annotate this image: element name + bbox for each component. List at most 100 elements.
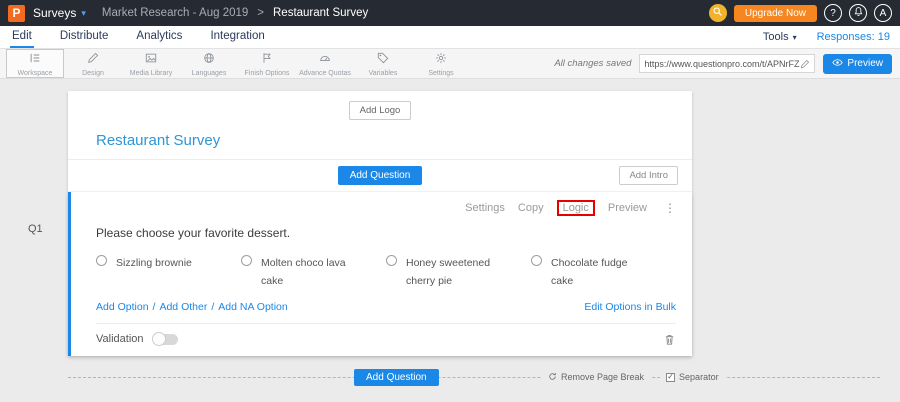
questionpro-logo: P — [8, 5, 25, 22]
toolbar-item-variables[interactable]: Variables — [354, 49, 412, 78]
toolbar-item-label: Advance Quotas — [299, 70, 351, 77]
survey-url-input[interactable] — [644, 59, 800, 69]
add-intro-button[interactable]: Add Intro — [619, 166, 678, 185]
remove-page-break-button[interactable]: Remove Page Break — [542, 370, 650, 384]
nav-right: Tools ▾ Responses: 19 — [763, 26, 890, 48]
edit-options-in-bulk-link[interactable]: Edit Options in Bulk — [584, 301, 676, 313]
eye-icon — [832, 57, 843, 71]
radio-icon[interactable] — [96, 255, 107, 266]
option-label: Molten choco lava cake — [261, 254, 357, 291]
toolbar-right: All changes saved Preview — [554, 49, 894, 78]
avatar[interactable]: A — [874, 4, 892, 22]
toolbar-item-design[interactable]: Design — [64, 49, 122, 78]
finish-options-icon — [261, 51, 273, 69]
breadcrumb-project[interactable]: Market Research - Aug 2019 — [102, 7, 248, 19]
surveys-menu[interactable]: Surveys ▾ — [33, 6, 86, 20]
search-button[interactable] — [709, 4, 727, 22]
add-question-button[interactable]: Add Question — [338, 166, 423, 185]
delete-question-button[interactable] — [663, 333, 676, 346]
question-number: Q1 — [28, 223, 43, 235]
chevron-down-icon: ▾ — [81, 8, 86, 19]
tab-analytics[interactable]: Analytics — [134, 26, 184, 48]
toolbar-item-label: Media Library — [130, 70, 172, 77]
question-text[interactable]: Please choose your favorite dessert. — [96, 226, 676, 240]
preview-label: Preview — [847, 58, 883, 69]
slash-separator: / — [153, 301, 156, 313]
survey-toolbar: Workspace Design Media Library Languages… — [0, 49, 900, 79]
question-settings-link[interactable]: Settings — [465, 202, 505, 214]
topbar-actions: Upgrade Now ? A — [709, 4, 892, 22]
toolbar-item-label: Workspace — [18, 70, 53, 77]
surveys-label: Surveys — [33, 6, 76, 20]
top-bar: P Surveys ▾ Market Research - Aug 2019 >… — [0, 0, 900, 26]
save-status: All changes saved — [554, 58, 631, 69]
validation-row: Validation — [96, 323, 676, 346]
main-nav: Edit Distribute Analytics Integration To… — [0, 26, 900, 49]
question-actions: Settings Copy Logic Preview ⋮ — [96, 200, 676, 216]
radio-icon[interactable] — [386, 255, 397, 266]
edit-url-icon[interactable] — [800, 59, 810, 69]
answer-option[interactable]: Sizzling brownie — [96, 254, 241, 291]
question-copy-link[interactable]: Copy — [518, 202, 544, 214]
separator-checkbox[interactable]: ✓ Separator — [660, 370, 725, 384]
add-other-link[interactable]: Add Other — [159, 301, 207, 313]
responses-count[interactable]: Responses: 19 — [817, 31, 890, 43]
toggle-knob — [152, 332, 166, 346]
breadcrumb-current: Restaurant Survey — [273, 7, 368, 19]
survey-url-box — [639, 54, 815, 73]
page-break-controls: Remove Page Break ✓ Separator — [542, 370, 725, 384]
variables-icon — [377, 51, 389, 69]
preview-button[interactable]: Preview — [823, 54, 892, 74]
tab-distribute[interactable]: Distribute — [58, 26, 111, 48]
settings-icon — [435, 51, 447, 69]
breadcrumb: Market Research - Aug 2019 > Restaurant … — [102, 7, 368, 19]
bell-icon — [853, 6, 864, 20]
survey-card: Add Logo Restaurant Survey Add Question … — [68, 91, 692, 356]
page-break-line — [68, 377, 880, 378]
toolbar-item-settings[interactable]: Settings — [412, 49, 470, 78]
tab-integration[interactable]: Integration — [208, 26, 266, 48]
kebab-menu-icon[interactable]: ⋮ — [664, 201, 676, 215]
search-icon — [712, 4, 723, 22]
breadcrumb-separator: > — [257, 7, 264, 19]
languages-icon — [203, 51, 215, 69]
slash-separator: / — [211, 301, 214, 313]
upgrade-now-button[interactable]: Upgrade Now — [734, 5, 817, 22]
add-question-button-bottom[interactable]: Add Question — [354, 369, 439, 386]
toolbar-item-label: Finish Options — [245, 70, 290, 77]
tab-edit[interactable]: Edit — [10, 26, 34, 48]
toolbar-item-advance-quotas[interactable]: Advance Quotas — [296, 49, 354, 78]
design-icon — [87, 51, 99, 69]
radio-icon[interactable] — [241, 255, 252, 266]
add-na-option-link[interactable]: Add NA Option — [218, 301, 287, 313]
add-logo-button[interactable]: Add Logo — [349, 101, 412, 120]
toolbar-item-workspace[interactable]: Workspace — [6, 49, 64, 78]
question-logic-link[interactable]: Logic — [557, 200, 595, 216]
answer-option[interactable]: Molten choco lava cake — [241, 254, 386, 291]
toolbar-item-label: Settings — [428, 70, 453, 77]
toolbar-item-finish-options[interactable]: Finish Options — [238, 49, 296, 78]
validation-toggle[interactable] — [153, 334, 178, 345]
tools-menu[interactable]: Tools ▾ — [763, 31, 797, 43]
refresh-icon — [548, 372, 557, 383]
add-option-link[interactable]: Add Option — [96, 301, 149, 313]
survey-title[interactable]: Restaurant Survey — [68, 120, 692, 160]
chevron-down-icon: ▾ — [793, 33, 797, 42]
tools-label: Tools — [763, 31, 789, 43]
toolbar-item-languages[interactable]: Languages — [180, 49, 238, 78]
radio-icon[interactable] — [531, 255, 542, 266]
workspace-icon — [29, 51, 41, 69]
separator-label: Separator — [679, 372, 719, 382]
answer-option[interactable]: Honey sweetened cherry pie — [386, 254, 531, 291]
advance-quotas-icon — [319, 51, 331, 69]
question-preview-link[interactable]: Preview — [608, 202, 647, 214]
media-library-icon — [145, 51, 157, 69]
help-button[interactable]: ? — [824, 4, 842, 22]
notifications-button[interactable] — [849, 4, 867, 22]
logo-row: Add Logo — [68, 91, 692, 120]
page-break-row: Add Question Remove Page Break ✓ Separat… — [68, 369, 880, 385]
validation-label: Validation — [96, 333, 144, 345]
answer-option[interactable]: Chocolate fudge cake — [531, 254, 676, 291]
toolbar-item-label: Variables — [369, 70, 398, 77]
toolbar-item-media-library[interactable]: Media Library — [122, 49, 180, 78]
